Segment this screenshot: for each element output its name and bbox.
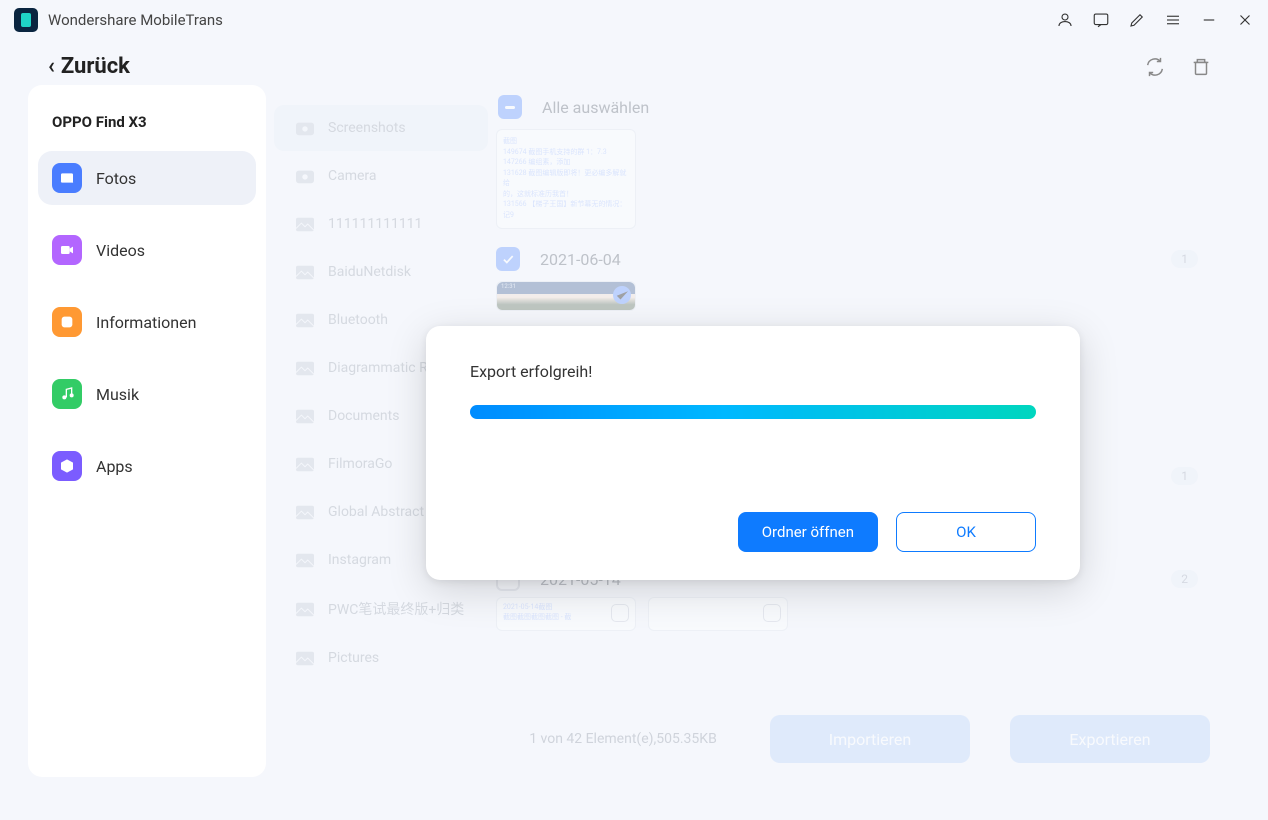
sidebar: OPPO Find X3 Fotos Videos Informationen …: [28, 85, 266, 777]
titlebar: Wondershare MobileTrans: [0, 0, 1268, 40]
music-icon: [52, 379, 82, 409]
export-success-dialog: Export erfolgreih! Ordner öffnen OK: [426, 326, 1080, 580]
nav-label: Informationen: [96, 313, 196, 332]
nav-label: Videos: [96, 241, 145, 260]
account-icon[interactable]: [1056, 11, 1074, 29]
chevron-left-icon: ‹: [48, 54, 55, 79]
device-name: OPPO Find X3: [38, 105, 256, 151]
apps-icon: [52, 451, 82, 481]
open-folder-button[interactable]: Ordner öffnen: [738, 512, 878, 552]
minimize-icon[interactable]: [1200, 11, 1218, 29]
dialog-title: Export erfolgreih!: [470, 362, 1036, 381]
nav-label: Fotos: [96, 169, 136, 188]
nav-item-informationen[interactable]: Informationen: [38, 295, 256, 349]
refresh-icon[interactable]: [1144, 56, 1166, 78]
app-title: Wondershare MobileTrans: [48, 11, 223, 29]
video-icon: [52, 235, 82, 265]
app-logo: [14, 8, 38, 32]
nav-item-videos[interactable]: Videos: [38, 223, 256, 277]
nav-item-musik[interactable]: Musik: [38, 367, 256, 421]
trash-icon[interactable]: [1190, 56, 1212, 78]
feedback-icon[interactable]: [1092, 11, 1110, 29]
close-icon[interactable]: [1236, 11, 1254, 29]
nav-item-fotos[interactable]: Fotos: [38, 151, 256, 205]
nav-label: Apps: [96, 457, 133, 476]
info-icon: [52, 307, 82, 337]
back-label: Zurück: [61, 54, 130, 79]
back-button[interactable]: ‹ Zurück: [48, 54, 130, 79]
progress-bar: [470, 405, 1036, 419]
photo-icon: [52, 163, 82, 193]
page-header: ‹ Zurück: [0, 40, 1268, 85]
ok-button[interactable]: OK: [896, 512, 1036, 552]
nav-label: Musik: [96, 385, 139, 404]
nav-item-apps[interactable]: Apps: [38, 439, 256, 493]
menu-icon[interactable]: [1164, 11, 1182, 29]
edit-icon[interactable]: [1128, 11, 1146, 29]
